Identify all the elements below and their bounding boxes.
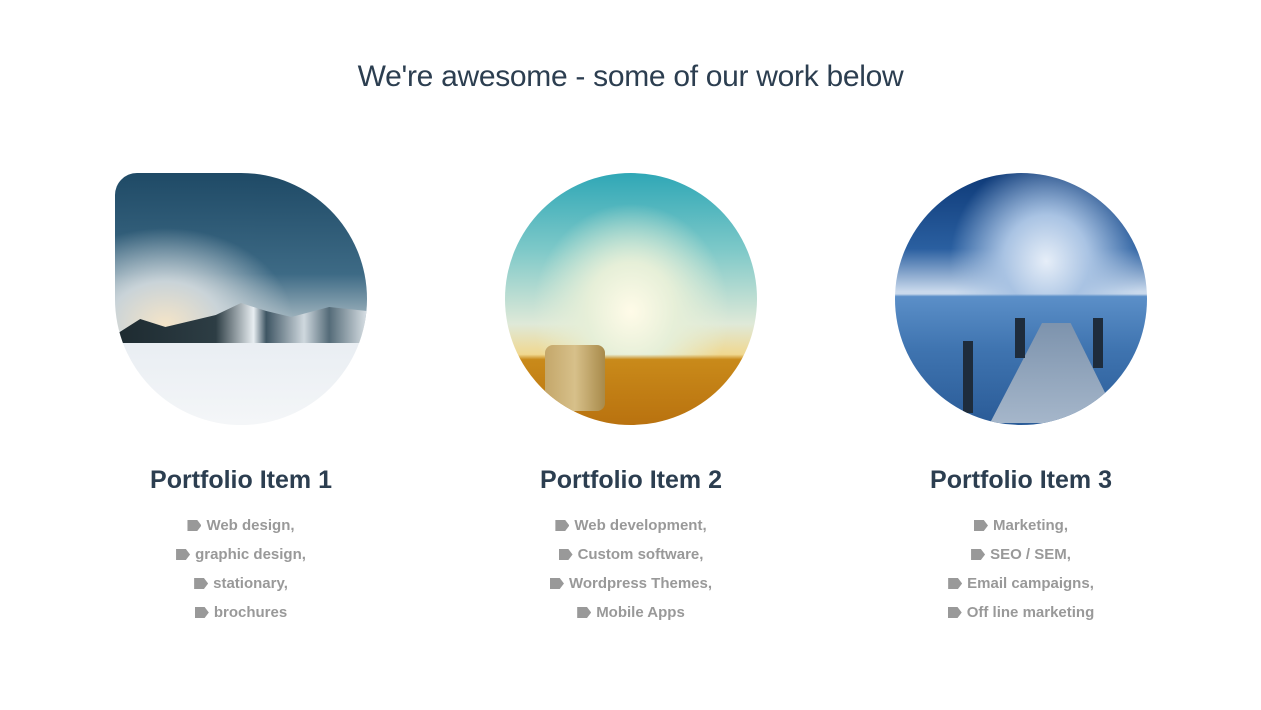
tag-link[interactable]: Email campaigns, — [967, 575, 1094, 592]
tag-icon — [549, 578, 564, 589]
tag-link[interactable]: brochures — [214, 604, 287, 621]
portfolio-title[interactable]: Portfolio Item 2 — [481, 465, 781, 495]
tag-item[interactable]: Web development, — [481, 511, 781, 540]
portfolio-image-snowy-forest[interactable] — [115, 173, 367, 425]
tag-item[interactable]: stationary, — [91, 569, 391, 598]
tag-icon — [577, 607, 592, 618]
portfolio-image-pier[interactable] — [895, 173, 1147, 425]
tag-link[interactable]: Wordpress Themes, — [569, 575, 712, 592]
tag-item[interactable]: Marketing, — [871, 511, 1171, 540]
tag-item[interactable]: Email campaigns, — [871, 569, 1171, 598]
tag-link[interactable]: Custom software, — [578, 546, 704, 563]
tag-link[interactable]: Web development, — [574, 517, 706, 534]
portfolio-item-3: Portfolio Item 3 Marketing, SEO / SEM, E… — [871, 173, 1171, 627]
portfolio-title[interactable]: Portfolio Item 1 — [91, 465, 391, 495]
tag-icon — [948, 578, 963, 589]
tag-list: Marketing, SEO / SEM, Email campaigns, O… — [871, 511, 1171, 627]
tag-item[interactable]: SEO / SEM, — [871, 540, 1171, 569]
portfolio-item-2: Portfolio Item 2 Web development, Custom… — [481, 173, 781, 627]
tag-link[interactable]: SEO / SEM, — [990, 546, 1071, 563]
tag-link[interactable]: graphic design, — [195, 546, 306, 563]
tag-link[interactable]: Marketing, — [993, 517, 1068, 534]
tag-icon — [973, 520, 988, 531]
trees-shape — [115, 303, 367, 343]
pier-post — [963, 341, 973, 413]
tag-icon — [558, 549, 573, 560]
portfolio-item-1: Portfolio Item 1 Web design, graphic des… — [91, 173, 391, 627]
tag-list: Web development, Custom software, Wordpr… — [481, 511, 781, 627]
pier-post — [1015, 318, 1025, 358]
tag-item[interactable]: Custom software, — [481, 540, 781, 569]
tag-item[interactable]: brochures — [91, 598, 391, 627]
tag-icon — [971, 549, 986, 560]
hay-bale-shape — [545, 345, 605, 411]
portfolio-title[interactable]: Portfolio Item 3 — [871, 465, 1171, 495]
tag-list: Web design, graphic design, stationary, … — [91, 511, 391, 627]
tag-item[interactable]: graphic design, — [91, 540, 391, 569]
tag-item[interactable]: Web design, — [91, 511, 391, 540]
tag-link[interactable]: Web design, — [206, 517, 294, 534]
section-heading: We're awesome - some of our work below — [357, 60, 904, 93]
tag-icon — [176, 549, 191, 560]
tag-icon — [194, 578, 209, 589]
tag-link[interactable]: stationary, — [213, 575, 288, 592]
pier-post — [1093, 318, 1103, 368]
tag-item[interactable]: Mobile Apps — [481, 598, 781, 627]
tag-link[interactable]: Off line marketing — [967, 604, 1095, 621]
tag-icon — [187, 520, 202, 531]
tag-item[interactable]: Wordpress Themes, — [481, 569, 781, 598]
portfolio-image-hay-bales[interactable] — [505, 173, 757, 425]
tag-link[interactable]: Mobile Apps — [596, 604, 685, 621]
tag-icon — [555, 520, 570, 531]
tag-item[interactable]: Off line marketing — [871, 598, 1171, 627]
tag-icon — [194, 607, 209, 618]
tag-icon — [947, 607, 962, 618]
